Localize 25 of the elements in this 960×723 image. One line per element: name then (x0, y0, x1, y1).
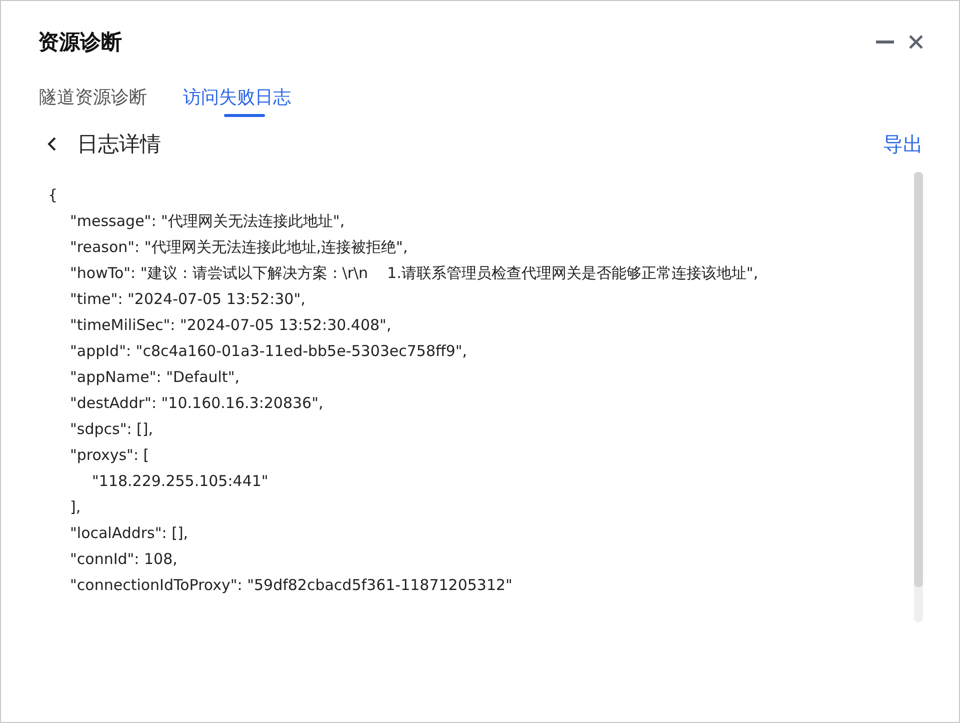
code-line: "howTo": "建议：请尝试以下解决方案：\r\n 1.请联系管理员检查代理网关是否能够正常连接该地址", (70, 263, 760, 284)
code-line: "connectionIdToProxy": "59df82cbacd5f361-11871205312" (70, 575, 514, 596)
code-line: "118.229.255.105:441" (92, 471, 270, 492)
code-line: "message": "代理网关无法连接此地址", (70, 211, 346, 232)
code-line: "reason": "代理网关无法连接此地址,连接被拒绝", (70, 237, 409, 258)
code-line: "time": "2024-07-05 13:52:30", (70, 289, 306, 310)
window-title: 资源诊断 (38, 29, 122, 56)
tab[interactable]: 隧道资源诊断 (39, 85, 147, 114)
code-line: "sdpcs": [], (70, 419, 154, 440)
back-chevron-icon[interactable] (47, 136, 57, 152)
page-title: 日志详情 (77, 131, 161, 158)
export-link[interactable]: 导出 (883, 130, 923, 158)
code-line: "appId": "c8c4a160-01a3-11ed-bb5e-5303ec758ff9", (70, 341, 468, 362)
code-line: ], (70, 497, 82, 518)
close-icon[interactable] (908, 34, 924, 50)
code-line: "destAddr": "10.160.16.3:20836", (70, 393, 324, 414)
tab[interactable]: 访问失败日志 (183, 85, 291, 114)
minimize-icon[interactable] (876, 40, 894, 44)
code-line: "timeMiliSec": "2024-07-05 13:52:30.408", (70, 315, 392, 336)
scrollbar[interactable] (914, 172, 923, 622)
code-line: "proxys": [ (70, 445, 150, 466)
code-line: "appName": "Default", (70, 367, 240, 388)
code-line: { (48, 185, 59, 206)
code-line: "connId": 108, (70, 549, 178, 570)
code-line: "localAddrs": [], (70, 523, 190, 544)
